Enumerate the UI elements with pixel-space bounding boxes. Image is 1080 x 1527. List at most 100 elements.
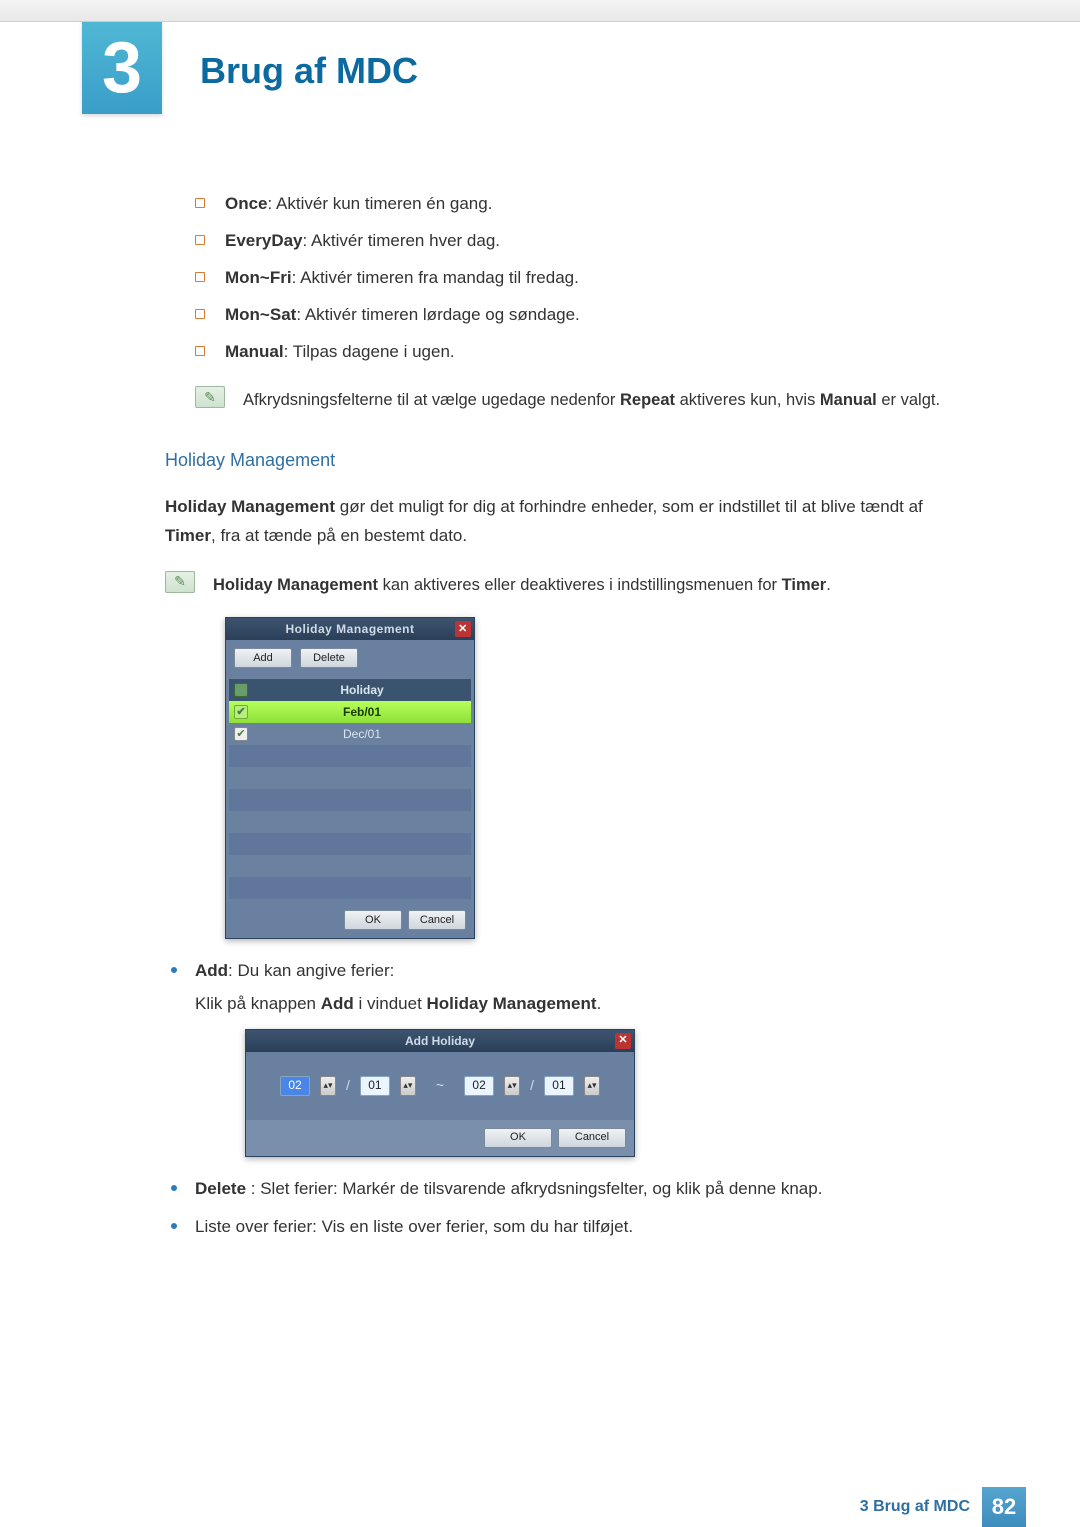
text-bold: Repeat [620, 391, 675, 409]
table-row[interactable]: ✔ Feb/01 [229, 701, 471, 723]
text: : Slet ferier: Markér de tilsvarende afk… [246, 1179, 822, 1198]
text: . [826, 576, 831, 594]
text-bold: Delete [195, 1179, 246, 1198]
dialog-footer: OK Cancel [226, 902, 474, 938]
spinner-icon[interactable]: ▴▾ [504, 1076, 520, 1096]
dialog-footer: OK Cancel [246, 1120, 634, 1156]
close-icon[interactable]: ✕ [455, 621, 471, 637]
option-label: Once [225, 194, 268, 213]
dialog-body: 02 ▴▾ / 01 ▴▾ ~ 02 ▴▾ / 01 ▴▾ [246, 1052, 634, 1120]
ok-button[interactable]: OK [344, 910, 402, 930]
separator: / [346, 1074, 350, 1098]
chapter-number: 3 [102, 27, 142, 109]
list-item: Delete : Slet ferier: Markér de tilsvare… [185, 1175, 975, 1204]
dialog-title: Add Holiday [405, 1031, 475, 1051]
table-row-empty [229, 877, 471, 899]
month-end-field[interactable]: 02 [464, 1076, 494, 1096]
footer-label: 3 Brug af MDC [860, 1498, 970, 1516]
text: Afkrydsningsfelterne til at vælge ugedag… [243, 391, 620, 409]
cancel-button[interactable]: Cancel [558, 1128, 626, 1148]
option-desc: : Tilpas dagene i ugen. [284, 342, 455, 361]
table-row-empty [229, 855, 471, 877]
sub-text: Klik på knappen Add i vinduet Holiday Ma… [195, 990, 975, 1019]
text: : Du kan angive ferier: [228, 961, 394, 980]
text: Liste over ferier: Vis en liste over fer… [195, 1217, 633, 1236]
text-bold: Holiday Management [213, 576, 378, 594]
note-text: Holiday Management kan aktiveres eller d… [213, 571, 975, 599]
row-value: Dec/01 [253, 724, 471, 744]
text: kan aktiveres eller deaktiveres i indsti… [378, 576, 782, 594]
holiday-management-dialog: Holiday Management ✕ Add Delete Holiday … [225, 617, 475, 939]
table-header-row: Holiday [229, 679, 471, 701]
chapter-badge: 3 [82, 22, 162, 114]
day-end-field[interactable]: 01 [544, 1076, 574, 1096]
text: er valgt. [877, 391, 940, 409]
repeat-option: Mon~Fri: Aktivér timeren fra mandag til … [225, 264, 975, 293]
separator: / [530, 1074, 534, 1098]
note-row: ✎ Holiday Management kan aktiveres eller… [165, 571, 975, 599]
table-row-empty [229, 767, 471, 789]
table-row-empty [229, 745, 471, 767]
option-desc: : Aktivér timeren lørdage og søndage. [296, 305, 579, 324]
text: . [597, 994, 602, 1013]
text: aktiveres kun, hvis [675, 391, 820, 409]
day-start-field[interactable]: 01 [360, 1076, 390, 1096]
row-checkbox[interactable]: ✔ [229, 705, 253, 719]
column-header: Holiday [253, 680, 471, 700]
page-number: 82 [982, 1487, 1026, 1527]
text-bold: Holiday Management [427, 994, 597, 1013]
dialog-titlebar: Holiday Management ✕ [226, 618, 474, 640]
hm-intro: Holiday Management gør det muligt for di… [165, 493, 975, 551]
cancel-button[interactable]: Cancel [408, 910, 466, 930]
option-desc: : Aktivér timeren hver dag. [303, 231, 500, 250]
table-row-empty [229, 811, 471, 833]
text-bold: Add [195, 961, 228, 980]
text-bold: Add [321, 994, 354, 1013]
ok-button[interactable]: OK [484, 1128, 552, 1148]
text-bold: Manual [820, 391, 877, 409]
text-bold: Timer [782, 576, 827, 594]
option-label: Manual [225, 342, 284, 361]
text: gør det muligt for dig at forhindre enhe… [335, 497, 923, 516]
holiday-management-heading: Holiday Management [165, 445, 975, 476]
text: , fra at tænde på en bestemt dato. [211, 526, 467, 545]
page-footer: 3 Brug af MDC 82 [0, 1487, 1080, 1527]
content: Once: Aktivér kun timeren én gang. Every… [165, 190, 975, 1252]
text: i vinduet [354, 994, 427, 1013]
table-row-empty [229, 789, 471, 811]
option-label: Mon~Fri [225, 268, 292, 287]
month-start-field[interactable]: 02 [280, 1076, 310, 1096]
note-row: ✎ Afkrydsningsfelterne til at vælge uged… [165, 386, 975, 414]
text-bold: Timer [165, 526, 211, 545]
option-desc: : Aktivér timeren fra mandag til fredag. [292, 268, 579, 287]
bullet-list: Add: Du kan angive ferier: Klik på knapp… [165, 957, 975, 1242]
spinner-icon[interactable]: ▴▾ [584, 1076, 600, 1096]
repeat-option: Once: Aktivér kun timeren én gang. [225, 190, 975, 219]
list-item: Add: Du kan angive ferier: Klik på knapp… [185, 957, 975, 1157]
table-row[interactable]: ✔ Dec/01 [229, 723, 471, 745]
top-bar [0, 0, 1080, 22]
row-value: Feb/01 [253, 702, 471, 722]
note-icon: ✎ [165, 571, 195, 593]
option-desc: : Aktivér kun timeren én gang. [268, 194, 493, 213]
add-holiday-dialog: Add Holiday ✕ 02 ▴▾ / 01 ▴▾ ~ 02 ▴▾ / 01 [245, 1029, 635, 1157]
repeat-options-list: Once: Aktivér kun timeren én gang. Every… [165, 190, 975, 366]
spinner-icon[interactable]: ▴▾ [400, 1076, 416, 1096]
holiday-table: Holiday ✔ Feb/01 ✔ Dec/01 [226, 676, 474, 902]
delete-button[interactable]: Delete [300, 648, 358, 668]
add-button[interactable]: Add [234, 648, 292, 668]
note-text: Afkrydsningsfelterne til at vælge ugedag… [243, 386, 975, 414]
page-root: 3 Brug af MDC Once: Aktivér kun timeren … [0, 0, 1080, 1527]
header-check[interactable] [229, 683, 253, 697]
close-icon[interactable]: ✕ [615, 1033, 631, 1049]
repeat-option: Manual: Tilpas dagene i ugen. [225, 338, 975, 367]
text-bold: Holiday Management [165, 497, 335, 516]
row-checkbox[interactable]: ✔ [229, 727, 253, 741]
dialog-title: Holiday Management [285, 619, 414, 639]
tilde-separator: ~ [426, 1074, 454, 1098]
dialog-toolbar: Add Delete [226, 640, 474, 676]
table-row-empty [229, 833, 471, 855]
text: Klik på knappen [195, 994, 321, 1013]
spinner-icon[interactable]: ▴▾ [320, 1076, 336, 1096]
chapter-title: Brug af MDC [200, 50, 418, 92]
